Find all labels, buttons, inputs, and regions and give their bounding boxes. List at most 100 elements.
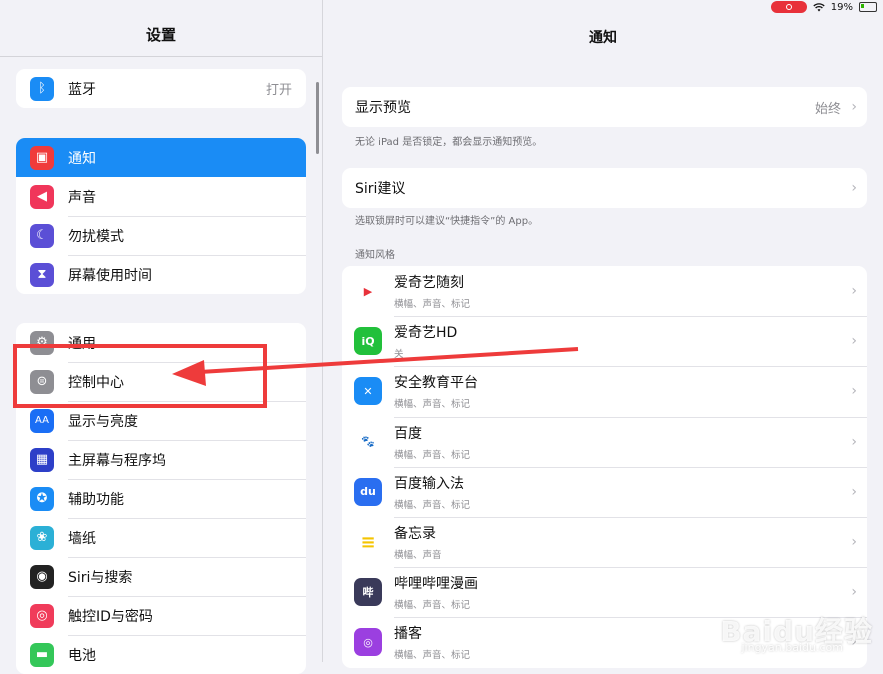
show-previews-value: 始终 — [814, 101, 841, 117]
sidebar-item[interactable]: ▬ 电池 — [16, 635, 306, 674]
app-notification-style: 横幅、声音、标记 — [394, 600, 471, 612]
chevron-right-icon: › — [851, 333, 857, 350]
app-name: 爱奇艺HD — [394, 325, 458, 342]
podcasts-icon: ◎ — [354, 628, 382, 657]
show-previews-label: 显示预览 — [355, 100, 411, 116]
app-text: 哔哩哔哩漫画横幅、声音、标记 — [394, 573, 478, 611]
chevron-right-icon: › — [851, 383, 857, 400]
notifications-pane: 通知 显示预览 始终 › 无论 iPad 是否锁定，都会显示通知预览。 Siri… — [323, 0, 883, 668]
sidebar-item[interactable]: ✪ 辅助功能 — [16, 479, 306, 518]
app-notification-style: 关 — [394, 349, 404, 361]
notes-icon: ≡ — [354, 528, 382, 557]
sidebar-item[interactable]: ☾ 勿扰模式 — [16, 216, 306, 255]
sidebar-item[interactable]: ▣ 通知 — [16, 138, 306, 177]
app-notification-row[interactable]: ✕ 安全教育平台横幅、声音、标记 › — [342, 366, 867, 416]
sidebar-header-divider — [0, 56, 322, 57]
chevron-right-icon: › — [851, 483, 857, 500]
sidebar-item[interactable]: ◎ 触控ID与密码 — [16, 596, 306, 635]
app-name: 百度 — [394, 425, 422, 442]
display-icon: AA — [30, 408, 54, 433]
app-notification-style: 横幅、声音、标记 — [394, 449, 471, 461]
sidebar-item[interactable]: ⧗ 屏幕使用时间 — [16, 255, 306, 294]
show-previews-card: 显示预览 始终 › — [342, 87, 867, 127]
chevron-right-icon: › — [851, 584, 857, 601]
baidu-icon: 🐾 — [354, 427, 382, 456]
chevron-right-icon: › — [851, 433, 857, 450]
fingerprint-icon: ◎ — [30, 603, 54, 628]
app-name: 百度输入法 — [394, 475, 464, 492]
app-text: 百度横幅、声音、标记 — [394, 423, 470, 461]
baidu-input-icon: du — [354, 477, 382, 506]
chevron-right-icon: › — [851, 180, 857, 196]
app-text: 爱奇艺HD 关 — [394, 322, 457, 360]
sidebar-item-label: 触控ID与密码 — [68, 608, 153, 625]
show-previews-footer: 无论 iPad 是否锁定，都会显示通知预览。 — [355, 137, 543, 148]
sidebar-item-label: 通知 — [68, 150, 96, 167]
app-name: 备忘录 — [394, 526, 436, 543]
app-text: 播客横幅、声音、标记 — [394, 623, 470, 661]
sidebar-item[interactable]: ▦ 主屏幕与程序坞 — [16, 440, 306, 479]
app-notification-style: 横幅、声音、标记 — [394, 299, 471, 311]
show-previews-row[interactable]: 显示预览 始终 › — [342, 87, 867, 127]
speaker-icon: ◀ — [30, 184, 54, 209]
iqiyi-suike-icon: ▶ — [354, 277, 382, 306]
app-name: 哔哩哔哩漫画 — [394, 576, 478, 593]
app-notification-row[interactable]: ≡ 备忘录 横幅、声音 › — [342, 516, 867, 567]
sidebar-item-label: 主屏幕与程序坞 — [68, 452, 166, 469]
notification-style-header: 通知风格 — [355, 250, 395, 261]
sidebar-item-label: 勿扰模式 — [68, 228, 124, 245]
sidebar-item-value: 打开 — [265, 83, 292, 98]
wallpaper-icon: ❀ — [30, 525, 54, 550]
chevron-right-icon: › — [851, 283, 857, 300]
battery-icon: ▬ — [30, 642, 54, 667]
notifications-icon: ▣ — [30, 145, 54, 170]
sidebar-item-label: 声音 — [68, 189, 96, 206]
moon-icon: ☾ — [30, 223, 54, 248]
sidebar-item-label: 墙纸 — [68, 530, 96, 547]
siri-suggestions-label: Siri建议 — [355, 181, 406, 197]
app-notification-style: 横幅、声音、标记 — [394, 650, 471, 662]
bilibili-comic-icon: 哔 — [354, 578, 382, 607]
page-title: 通知 — [589, 30, 617, 46]
sidebar-item[interactable]: ◉ Siri与搜索 — [16, 557, 306, 596]
app-text: 安全教育平台横幅、声音、标记 — [394, 372, 478, 410]
sidebar-item-label: 蓝牙 — [68, 81, 96, 98]
sidebar-item-label: Siri与搜索 — [68, 569, 133, 586]
app-notification-row[interactable]: iQ 爱奇艺HD 关 › — [342, 316, 867, 366]
siri-suggestions-row[interactable]: Siri建议 › — [342, 168, 867, 208]
accessibility-icon: ✪ — [30, 486, 54, 511]
app-name: 安全教育平台 — [394, 375, 478, 392]
baidu-watermark-url: jingyan.baidu.com — [741, 641, 843, 654]
app-text: 爱奇艺随刻横幅、声音、标记 — [394, 272, 470, 310]
sidebar-scrollbar[interactable] — [316, 82, 319, 154]
chevron-right-icon: › — [851, 534, 857, 551]
settings-group-connectivity: ᛒ 蓝牙 打开 — [16, 69, 306, 108]
siri-suggestions-card: Siri建议 › — [342, 168, 867, 208]
iqiyi-hd-icon: iQ — [354, 327, 382, 356]
app-name: 播客 — [394, 626, 422, 643]
safety-edu-icon: ✕ — [354, 377, 382, 406]
settings-group-notifications: ▣ 通知 ◀ 声音 ☾ 勿扰模式 ⧗ 屏幕使用时间 — [16, 138, 306, 294]
app-name: 爱奇艺随刻 — [394, 275, 464, 292]
siri-suggestions-footer: 选取锁屏时可以建议“快捷指令”的 App。 — [355, 216, 539, 227]
home-screen-icon: ▦ — [30, 447, 54, 472]
sidebar-item-label: 辅助功能 — [68, 491, 124, 508]
sidebar-item[interactable]: ᛒ 蓝牙 打开 — [16, 69, 306, 108]
app-notification-list: ▶ 爱奇艺随刻 横幅、声音、标记 › iQ 爱奇艺HD 关 › ✕ 安全教育平台 横幅、声音、标记 ›… — [342, 266, 867, 668]
bluetooth-icon: ᛒ — [30, 76, 54, 101]
hourglass-icon: ⧗ — [30, 262, 54, 287]
sidebar-item[interactable]: ❀ 墙纸 — [16, 518, 306, 557]
sidebar-item[interactable]: ◀ 声音 — [16, 177, 306, 216]
app-notification-style: 横幅、声音、标记 — [394, 499, 471, 511]
app-text: 百度输入法横幅、声音、标记 — [394, 473, 470, 511]
app-notification-row[interactable]: du 百度输入法横幅、声音、标记 › — [342, 466, 867, 517]
sidebar-title: 设置 — [145, 26, 176, 44]
chevron-right-icon: › — [851, 99, 857, 115]
app-notification-row[interactable]: ▶ 爱奇艺随刻横幅、声音、标记 › — [342, 266, 867, 316]
siri-icon: ◉ — [30, 564, 54, 589]
app-notification-row[interactable]: 🐾 百度横幅、声音、标记 › — [342, 416, 867, 467]
sidebar-item-label: 显示与亮度 — [68, 413, 138, 430]
annotation-highlight-box — [13, 344, 267, 408]
app-notification-style: 横幅、声音、标记 — [394, 399, 471, 411]
sidebar-item-label: 屏幕使用时间 — [68, 267, 152, 284]
